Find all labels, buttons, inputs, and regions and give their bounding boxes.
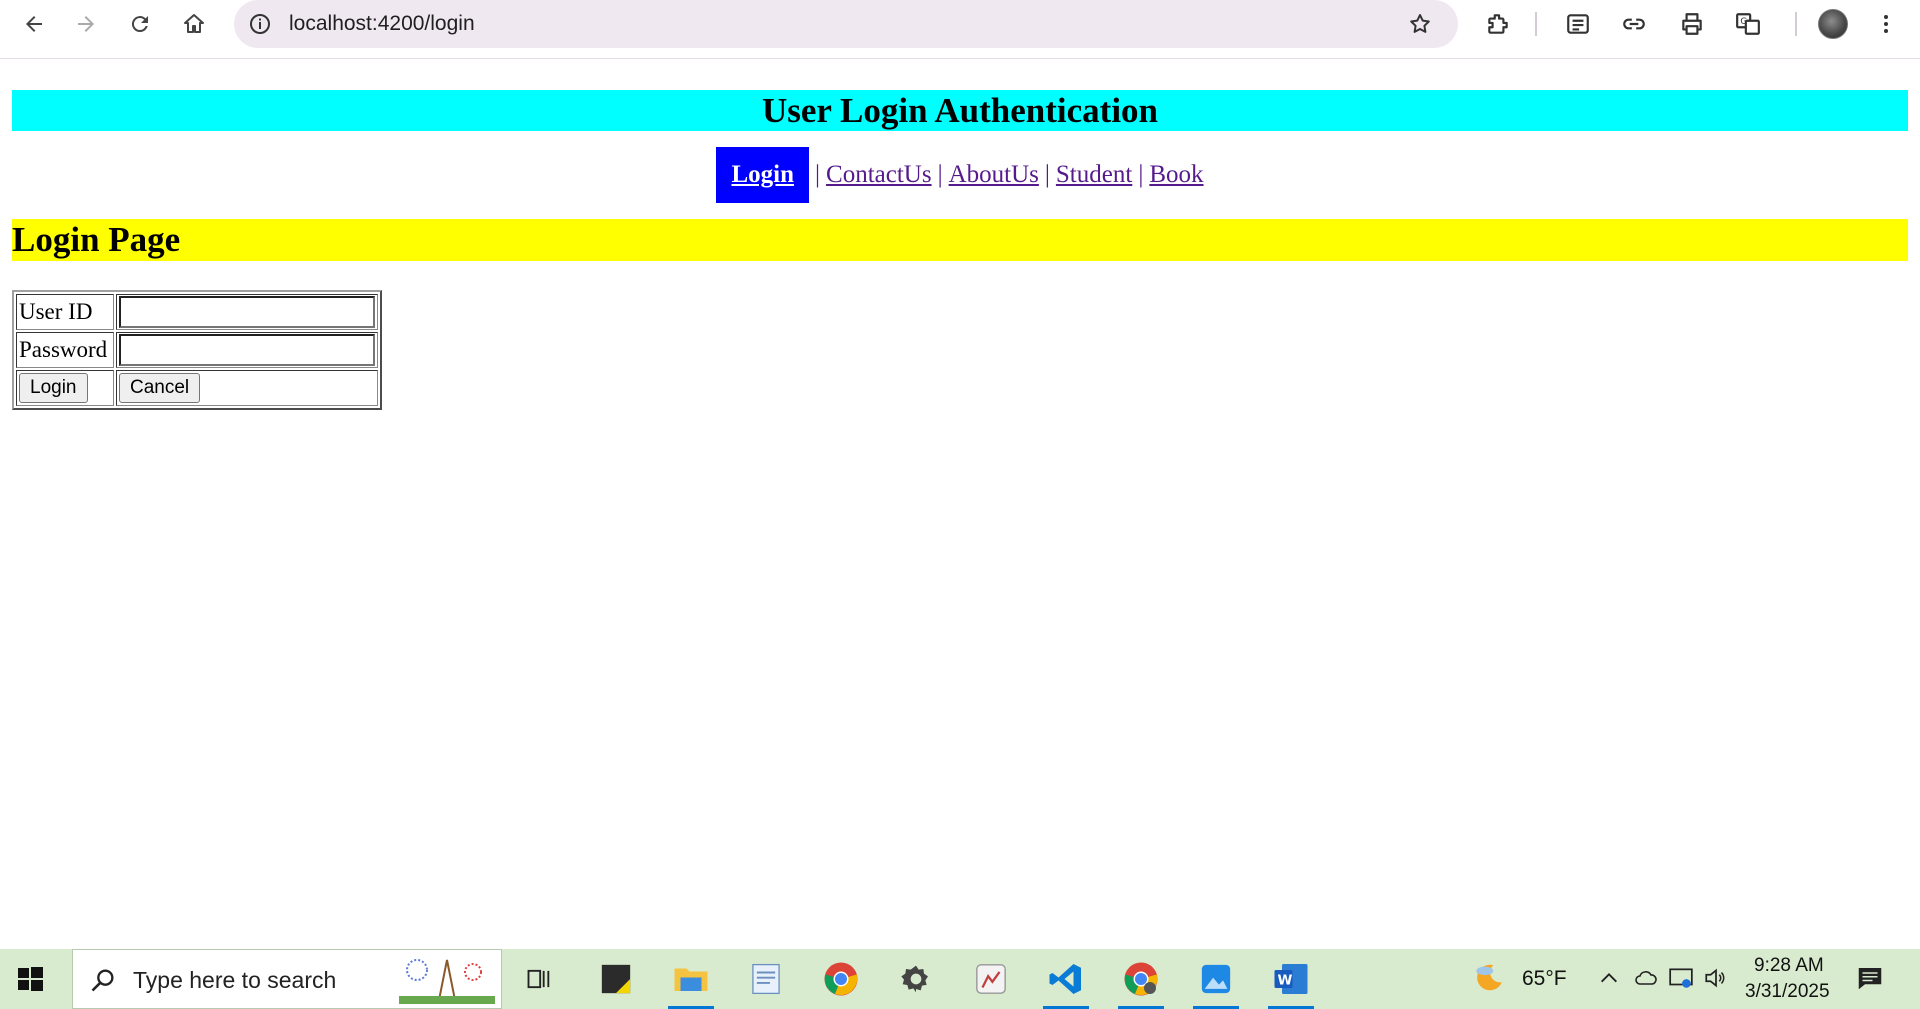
taskbar-search[interactable]: Type here to search: [72, 949, 502, 1009]
clock-date[interactable]: 3/31/2025: [1745, 981, 1830, 1003]
nav-link-book[interactable]: Book: [1149, 161, 1203, 189]
user-id-input[interactable]: [119, 296, 375, 328]
app-header: User Login Authentication: [12, 90, 1908, 131]
nav-separator: |: [815, 161, 821, 188]
search-icon: [89, 966, 117, 999]
site-info-icon[interactable]: [248, 12, 272, 41]
svg-text:W: W: [1278, 972, 1293, 988]
user-id-row: User ID: [16, 294, 378, 330]
password-row: Password: [16, 332, 378, 368]
forward-arrow-icon[interactable]: [68, 6, 104, 42]
clock-time[interactable]: 9:28 AM: [1754, 955, 1824, 977]
home-icon[interactable]: [176, 6, 212, 42]
svg-text:G: G: [1740, 17, 1747, 27]
notifications-icon[interactable]: [1855, 963, 1885, 998]
cancel-button[interactable]: Cancel: [119, 373, 201, 403]
section-header: Login Page: [12, 219, 1908, 261]
main-nav: Login | ContactUs | AboutUs | Student | …: [0, 147, 1920, 203]
vscode-icon[interactable]: [1037, 955, 1095, 1009]
weather-moon-icon[interactable]: [1472, 961, 1506, 1000]
toolbar-divider: [1535, 12, 1537, 36]
reload-icon[interactable]: [122, 6, 158, 42]
url-text[interactable]: localhost:4200/login: [289, 12, 475, 36]
back-arrow-icon[interactable]: [16, 6, 52, 42]
nav-link-aboutus[interactable]: AboutUs: [949, 161, 1039, 189]
photos-icon[interactable]: [1187, 955, 1245, 1009]
toolbar-divider: [1795, 12, 1797, 36]
chrome-icon[interactable]: [812, 955, 870, 1003]
copy-link-icon[interactable]: [1616, 6, 1652, 42]
eiffel-tower-icon: [399, 956, 495, 1009]
login-button[interactable]: Login: [19, 373, 88, 403]
password-input[interactable]: [119, 334, 375, 366]
notepad-icon[interactable]: [737, 955, 795, 1003]
bookmark-star-icon[interactable]: [1408, 12, 1432, 41]
network-icon[interactable]: [1668, 965, 1694, 996]
reading-list-icon[interactable]: [1560, 6, 1596, 42]
sticky-notes-icon[interactable]: [587, 955, 645, 1003]
browser-toolbar: localhost:4200/login G: [0, 0, 1920, 59]
windows-start-icon[interactable]: [14, 963, 46, 995]
paint-app-icon[interactable]: [962, 955, 1020, 1003]
word-icon[interactable]: W: [1262, 955, 1320, 1009]
taskbar: Type here to search W 65°F 9:28 AM 3/31/…: [0, 949, 1920, 1009]
button-row: Login Cancel: [16, 370, 378, 406]
password-label: Password: [16, 332, 114, 368]
settings-gear-icon[interactable]: [887, 955, 945, 1003]
file-explorer-icon[interactable]: [662, 955, 720, 1009]
chevron-up-icon[interactable]: [1598, 967, 1620, 994]
volume-icon[interactable]: [1703, 965, 1729, 996]
nav-link-login[interactable]: Login: [716, 147, 810, 203]
search-placeholder: Type here to search: [133, 967, 337, 993]
weather-temperature[interactable]: 65°F: [1522, 967, 1567, 991]
nav-separator: |: [1138, 161, 1144, 188]
login-form-table: User ID Password Login Cancel: [12, 290, 382, 410]
app-title: User Login Authentication: [761, 90, 1159, 130]
onedrive-cloud-icon[interactable]: [1633, 966, 1659, 995]
address-bar[interactable]: localhost:4200/login: [234, 0, 1458, 48]
profile-avatar[interactable]: [1815, 6, 1851, 42]
nav-separator: |: [937, 161, 943, 188]
user-id-label: User ID: [16, 294, 114, 330]
task-view-icon[interactable]: [510, 955, 568, 1003]
extensions-icon[interactable]: [1480, 6, 1516, 42]
translate-icon[interactable]: G: [1730, 6, 1766, 42]
nav-separator: |: [1044, 161, 1050, 188]
more-menu-icon[interactable]: [1868, 6, 1904, 42]
nav-link-contactus[interactable]: ContactUs: [826, 161, 932, 189]
print-icon[interactable]: [1674, 6, 1710, 42]
page-title: Login Page: [12, 220, 181, 259]
chrome-profile-icon[interactable]: [1112, 955, 1170, 1009]
nav-link-student[interactable]: Student: [1056, 161, 1132, 189]
